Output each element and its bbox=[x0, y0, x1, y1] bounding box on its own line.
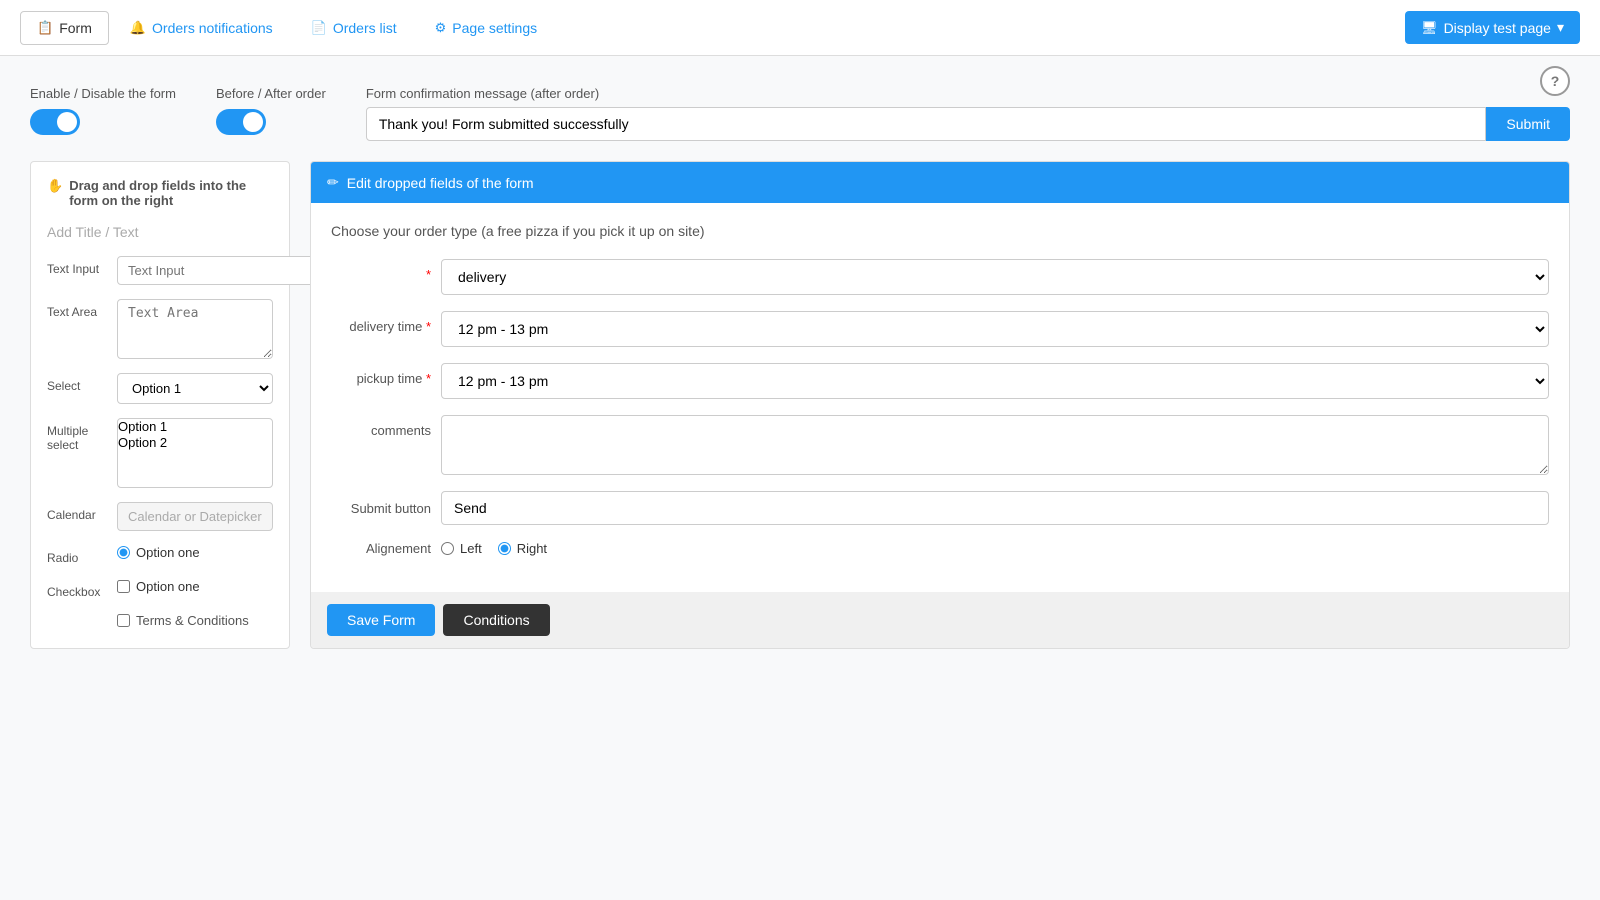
dropdown-arrow-icon: ▾ bbox=[1557, 19, 1564, 36]
conditions-button[interactable]: Conditions bbox=[443, 604, 549, 636]
comments-row: comments bbox=[331, 415, 1549, 475]
confirmation-label: Form confirmation message (after order) bbox=[366, 86, 1570, 101]
nav-orders-notifications[interactable]: 🔔 Orders notifications bbox=[113, 11, 290, 45]
checkbox-option-1-input[interactable] bbox=[117, 580, 130, 593]
right-panel-header-text: Edit dropped fields of the form bbox=[347, 175, 534, 191]
before-after-toggle[interactable] bbox=[216, 109, 266, 135]
nav-orders-notifications-label: Orders notifications bbox=[152, 20, 273, 36]
text-area-label: Text Area bbox=[47, 299, 107, 319]
alignment-right-option[interactable]: Right bbox=[498, 541, 547, 556]
delivery-time-select[interactable]: 12 pm - 13 pm bbox=[441, 311, 1549, 347]
enable-disable-label: Enable / Disable the form bbox=[30, 86, 176, 101]
bell-icon: 🔔 bbox=[130, 20, 146, 36]
checkbox-option-1-label: Option one bbox=[136, 579, 200, 594]
order-type-select[interactable]: delivery pickup bbox=[441, 259, 1549, 295]
multiple-select-field-row: Multiple select Option 1Option 2 bbox=[47, 418, 273, 488]
nav-form-label: Form bbox=[59, 20, 92, 36]
radio-label: Radio bbox=[47, 545, 107, 565]
left-panel: ✋ Drag and drop fields into the form on … bbox=[30, 161, 290, 649]
select-label: Select bbox=[47, 373, 107, 393]
alignment-left-radio[interactable] bbox=[441, 542, 454, 555]
submit-button-row: Submit button bbox=[331, 491, 1549, 525]
pencil-icon: ✏ bbox=[327, 174, 339, 191]
pickup-time-row: pickup time * 12 pm - 13 pm bbox=[331, 363, 1549, 399]
confirmation-message-input[interactable] bbox=[366, 107, 1487, 141]
help-icon[interactable]: ? bbox=[1540, 66, 1570, 96]
radio-option-1-label: Option one bbox=[136, 545, 200, 560]
confirmation-input-row: Submit bbox=[366, 107, 1570, 141]
drag-hint: ✋ Drag and drop fields into the form on … bbox=[47, 178, 273, 208]
right-panel: ✏ Edit dropped fields of the form Choose… bbox=[310, 161, 1570, 649]
terms-checkbox[interactable] bbox=[117, 614, 130, 627]
drag-hint-text: Drag and drop fields into the form on th… bbox=[69, 178, 273, 208]
monitor-icon: 🖥 bbox=[1421, 20, 1438, 36]
text-input-field-row: Text Input bbox=[47, 256, 273, 285]
select-field-row: Select Option 1 bbox=[47, 373, 273, 404]
confirmation-section: Form confirmation message (after order) … bbox=[366, 86, 1570, 141]
main-content: ? Enable / Disable the form Before / Aft… bbox=[0, 56, 1600, 669]
alignment-options: Left Right bbox=[441, 541, 547, 556]
submit-button-label: Submit button bbox=[331, 501, 431, 516]
enable-disable-group: Enable / Disable the form bbox=[30, 86, 176, 135]
text-area-field[interactable] bbox=[117, 299, 273, 359]
text-area-field-row: Text Area bbox=[47, 299, 273, 359]
submit-button-input[interactable] bbox=[441, 491, 1549, 525]
right-panel-header: ✏ Edit dropped fields of the form bbox=[311, 162, 1569, 203]
display-test-page-button[interactable]: 🖥 Display test page ▾ bbox=[1405, 11, 1580, 44]
confirmation-submit-button[interactable]: Submit bbox=[1486, 107, 1570, 141]
nav-orders-list-label: Orders list bbox=[333, 20, 397, 36]
before-after-group: Before / After order bbox=[216, 86, 326, 135]
top-navigation: 📋 Form 🔔 Orders notifications 📄 Orders l… bbox=[0, 0, 1600, 56]
multiple-select-label: Multiple select bbox=[47, 418, 107, 452]
two-column-layout: ✋ Drag and drop fields into the form on … bbox=[30, 161, 1570, 649]
display-test-page-label: Display test page bbox=[1444, 20, 1551, 36]
alignment-left-option[interactable]: Left bbox=[441, 541, 482, 556]
radio-field-row: Radio Option one bbox=[47, 545, 273, 565]
alignment-row: Alignement Left Right bbox=[331, 541, 1549, 556]
order-type-required-indicator: * bbox=[331, 259, 431, 282]
form-description: Choose your order type (a free pizza if … bbox=[331, 223, 1549, 239]
radio-group: Option one bbox=[117, 545, 200, 560]
terms-label: Terms & Conditions bbox=[136, 613, 249, 628]
calendar-placeholder-text: Calendar or Datepicker bbox=[128, 509, 262, 524]
right-panel-body: Choose your order type (a free pizza if … bbox=[311, 203, 1569, 592]
order-type-row: * delivery pickup bbox=[331, 259, 1549, 295]
alignment-left-label: Left bbox=[460, 541, 482, 556]
delivery-time-row: delivery time * 12 pm - 13 pm bbox=[331, 311, 1549, 347]
add-title-text: Add Title / Text bbox=[47, 224, 273, 240]
bottom-buttons: Save Form Conditions bbox=[311, 592, 1569, 648]
text-input-label: Text Input bbox=[47, 256, 107, 276]
select-field[interactable]: Option 1 bbox=[117, 373, 273, 404]
checkbox-label: Checkbox bbox=[47, 579, 107, 599]
gear-icon: ⚙ bbox=[435, 20, 447, 36]
pickup-time-label: pickup time * bbox=[331, 363, 431, 386]
save-form-button[interactable]: Save Form bbox=[327, 604, 435, 636]
before-after-label: Before / After order bbox=[216, 86, 326, 101]
enable-disable-toggle[interactable] bbox=[30, 109, 80, 135]
delivery-time-label: delivery time * bbox=[331, 311, 431, 334]
pickup-time-select[interactable]: 12 pm - 13 pm bbox=[441, 363, 1549, 399]
checkbox-group: Option one bbox=[117, 579, 200, 594]
calendar-label: Calendar bbox=[47, 502, 107, 522]
radio-option-1-input[interactable] bbox=[117, 546, 130, 559]
nav-page-settings-label: Page settings bbox=[452, 20, 537, 36]
comments-textarea[interactable] bbox=[441, 415, 1549, 475]
multiple-select-field[interactable]: Option 1Option 2 bbox=[117, 418, 273, 488]
comments-label: comments bbox=[331, 415, 431, 438]
list-icon: 📄 bbox=[311, 20, 327, 36]
calendar-field[interactable]: Calendar or Datepicker bbox=[117, 502, 273, 531]
nav-form[interactable]: 📋 Form bbox=[20, 11, 109, 45]
terms-row: Terms & Conditions bbox=[47, 613, 273, 628]
form-icon: 📋 bbox=[37, 20, 53, 36]
alignment-right-label: Right bbox=[517, 541, 547, 556]
alignment-right-radio[interactable] bbox=[498, 542, 511, 555]
nav-orders-list[interactable]: 📄 Orders list bbox=[294, 11, 414, 45]
text-input-field[interactable] bbox=[117, 256, 315, 285]
calendar-field-row: Calendar Calendar or Datepicker bbox=[47, 502, 273, 531]
drag-icon: ✋ bbox=[47, 178, 63, 194]
checkbox-field-row: Checkbox Option one bbox=[47, 579, 273, 599]
nav-page-settings[interactable]: ⚙ Page settings bbox=[418, 11, 555, 45]
alignment-label: Alignement bbox=[331, 541, 431, 556]
